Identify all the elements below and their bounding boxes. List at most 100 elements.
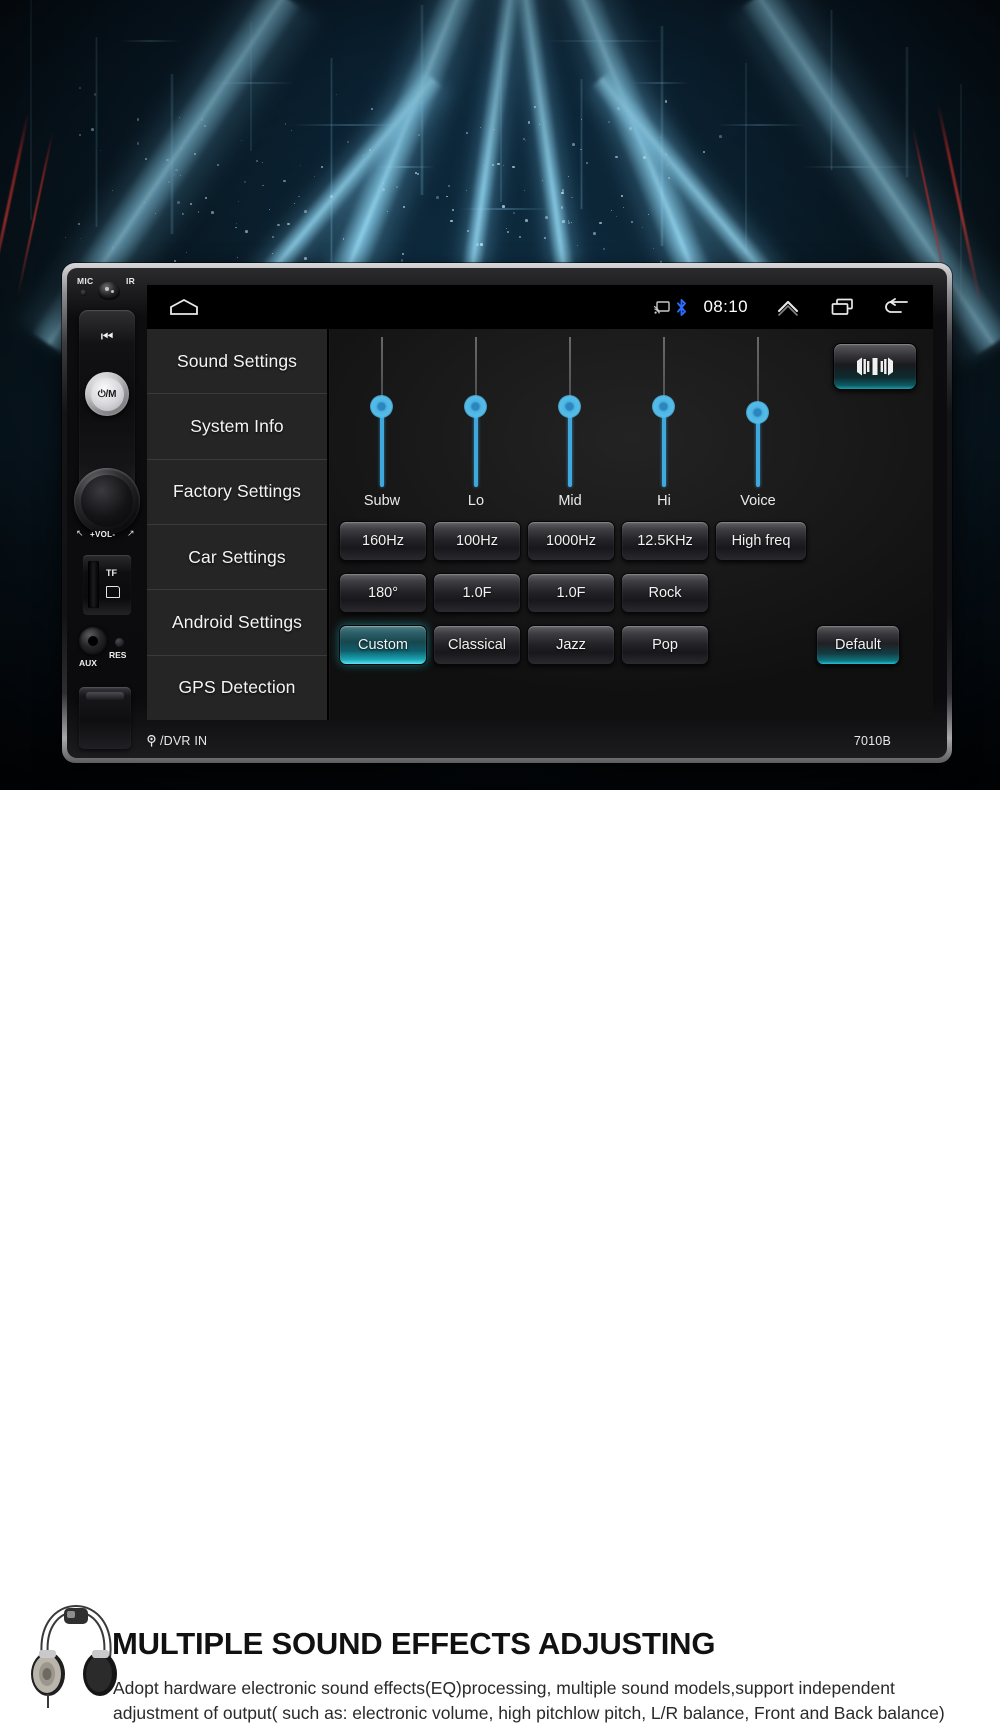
slider-thumb[interactable] [558,395,581,418]
ir-label: IR [126,276,136,286]
sidebar-item-factory-settings[interactable]: Factory Settings [147,459,327,525]
eq-button-grid: 160Hz 100Hz 1000Hz 12.5KHz High freq 180… [329,521,933,720]
eq-preset-button[interactable]: Classical [433,625,521,665]
eq-preset-label: Pop [652,637,678,653]
power-mode-label: ⏻/M [90,377,124,411]
screen-content: Sound Settings System Info Factory Setti… [147,329,933,720]
ir-receiver [98,282,120,300]
eq-preset-label: 160Hz [362,533,404,549]
sidebar-item-label: GPS Detection [178,677,296,698]
balance-fader-icon [857,357,893,376]
volume-down-arrow-icon: ↖ [76,528,84,538]
dvr-in-label: /DVR IN [160,734,208,748]
eq-preset-button[interactable]: 180° [339,573,427,613]
aux-input-jack[interactable] [79,627,107,655]
equalizer-panel: Subw Lo Mid Hi Voice 160Hz 100Hz 1000Hz … [327,329,933,720]
slider-fill [380,406,384,487]
eq-slider[interactable]: Subw [343,337,421,517]
sidebar-item-label: System Info [190,415,284,436]
screen-cast-icon [654,285,675,329]
reset-button[interactable] [115,638,124,647]
eq-preset-button[interactable]: 1.0F [527,573,615,613]
promo-section: MULTIPLE SOUND EFFECTS ADJUSTING Adopt h… [0,790,1000,1723]
eq-preset-button[interactable]: Custom [339,625,427,665]
slider-thumb[interactable] [464,395,487,418]
status-bar-clock: 08:10 [703,297,748,316]
sidebar-item-car-settings[interactable]: Car Settings [147,524,327,591]
microphone-hole [80,289,87,296]
volume-up-arrow-icon: ↗ [127,528,135,538]
device-bottom-bezel: /DVR IN 7010B [147,728,933,754]
eq-preset-button[interactable]: 100Hz [433,521,521,561]
eq-preset-button[interactable]: 160Hz [339,521,427,561]
slider-label: Voice [740,493,776,509]
eq-preset-button[interactable]: 1000Hz [527,521,615,561]
eq-preset-label: 1.0F [462,585,492,601]
volume-knob[interactable] [74,468,140,534]
chevron-up-icon[interactable] [761,285,815,329]
slider-thumb[interactable] [746,401,769,424]
slider-label: Hi [657,493,671,509]
dvr-camera-icon [147,735,156,747]
sd-card-icon [106,586,120,598]
sidebar-item-label: Sound Settings [176,350,298,371]
eq-preset-label: Custom [358,637,408,653]
slider-thumb[interactable] [370,395,393,418]
eq-preset-button[interactable]: Pop [621,625,709,665]
tf-card-slot[interactable]: TF [83,555,131,615]
usb-port-cover[interactable] [79,687,131,749]
sidebar-item-android-settings[interactable]: Android Settings [147,590,327,656]
eq-preset-label: 100Hz [456,533,498,549]
eq-preset-button[interactable]: High freq [715,521,807,561]
sidebar-item-system-info[interactable]: System Info [147,394,327,460]
device-inner-bezel: MIC IR ⏮ ⏻/M ⏭ ↖ +VOL- ↗ TF [67,268,947,758]
sidebar-item-label: Car Settings [188,546,286,567]
android-status-bar: 08:10 [147,285,933,329]
home-icon[interactable] [169,298,199,316]
eq-preset-label: Rock [648,585,682,601]
device-model-label: 7010B [853,734,891,748]
eq-preset-label: 1000Hz [546,533,596,549]
eq-preset-label: 1.0F [556,585,586,601]
eq-preset-label: 12.5KHz [637,533,693,549]
sidebar-item-label: Factory Settings [172,481,302,502]
res-label: RES [109,650,127,660]
sidebar-item-label: Android Settings [171,611,302,632]
eq-slider[interactable]: Mid [531,337,609,517]
device-left-controls: MIC IR ⏮ ⏻/M ⏭ ↖ +VOL- ↗ TF [71,272,143,754]
default-button[interactable]: Default [816,625,900,665]
back-arrow-icon[interactable] [871,285,921,329]
sidebar-item-gps-detection[interactable]: GPS Detection [147,655,327,720]
ir-dot-icon [105,287,109,291]
promo-title: MULTIPLE SOUND EFFECTS ADJUSTING [112,1626,716,1661]
tf-label: TF [106,568,117,578]
sidebar-item-sound-settings[interactable]: Sound Settings [147,329,327,395]
eq-slider[interactable]: Lo [437,337,515,517]
default-button-label: Default [835,637,881,653]
tf-slot-opening [88,561,99,608]
eq-preset-label: Classical [447,637,506,653]
recent-apps-icon[interactable] [815,285,871,329]
eq-preset-label: Jazz [556,637,586,653]
previous-track-button[interactable]: ⏮ [79,316,135,356]
touchscreen-display: 08:10 Sound Settings System Info Factory… [147,285,933,720]
power-mode-button[interactable]: ⏻/M [85,372,129,416]
eq-preset-button[interactable]: 1.0F [433,573,521,613]
slider-fill [662,406,666,487]
slider-thumb[interactable] [652,395,675,418]
volume-label: +VOL- [90,530,116,539]
slider-label: Mid [558,493,582,509]
slider-label: Lo [467,493,485,509]
slider-label: Subw [363,493,401,509]
ir-dot-icon [111,290,114,293]
headphones-icon [31,1604,117,1708]
eq-slider[interactable]: Voice [719,337,797,517]
settings-sidebar: Sound Settings System Info Factory Setti… [147,329,327,720]
eq-slider[interactable]: Hi [625,337,703,517]
eq-preset-button[interactable]: Rock [621,573,709,613]
eq-preset-button[interactable]: Jazz [527,625,615,665]
status-bar-right-cluster: 08:10 [654,285,921,329]
promo-body-text: Adopt hardware electronic sound effects(… [113,1678,945,1723]
balance-fader-button[interactable] [833,343,917,390]
eq-preset-button[interactable]: 12.5KHz [621,521,709,561]
